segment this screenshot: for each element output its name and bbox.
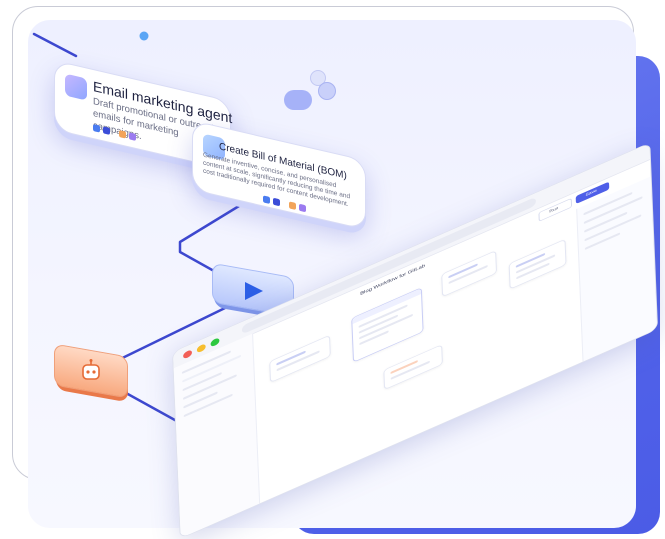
tag-dot-orange [119, 130, 126, 139]
sparkle-icon [65, 73, 87, 101]
workflow-node-output[interactable] [508, 238, 567, 290]
robot-icon [82, 359, 100, 380]
properties-panel [576, 176, 659, 362]
save-button-label: Save [585, 188, 597, 198]
bot-tile[interactable] [54, 343, 130, 403]
tag-dot-blue [93, 124, 100, 133]
tag-dot-orange [289, 201, 296, 211]
workflow-node-end[interactable] [383, 344, 443, 391]
workflow-node-start[interactable] [269, 334, 331, 384]
tag-dot-purple [299, 203, 306, 213]
connector-top [32, 32, 78, 58]
tag-dot-indigo [273, 197, 280, 207]
sidebar [173, 333, 261, 539]
workflow-node-agent[interactable] [351, 287, 424, 363]
workflow-node-branch[interactable] [441, 250, 498, 298]
run-button-label: Run [549, 205, 559, 215]
tag-dot-purple [129, 132, 136, 141]
bubble-decoration [280, 70, 350, 110]
tag-dot-blue [263, 195, 270, 205]
tag-dot-indigo [103, 126, 110, 135]
play-icon [245, 282, 263, 300]
connector-dot [139, 31, 149, 41]
